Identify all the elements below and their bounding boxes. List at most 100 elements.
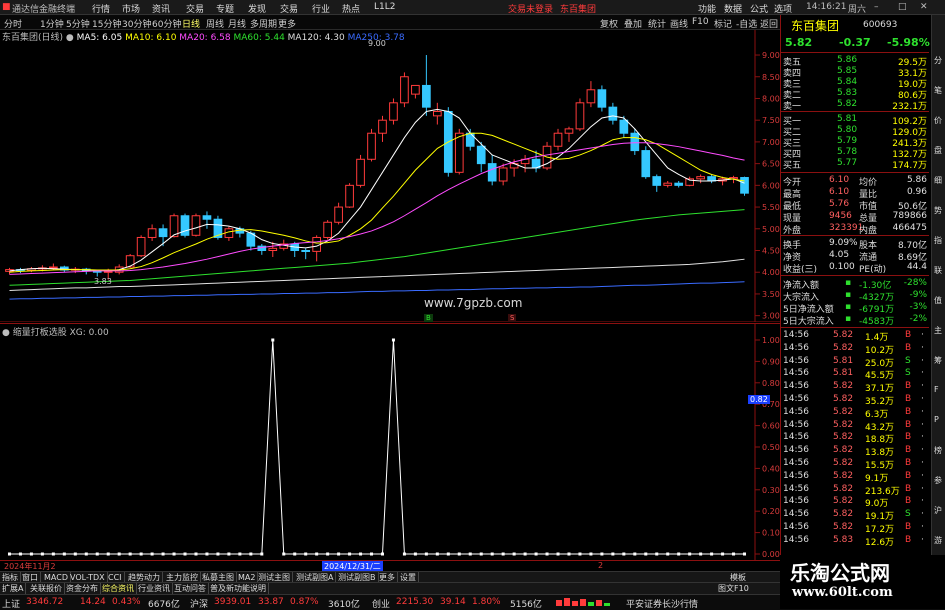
tab-expand-a[interactable]: 扩展A (0, 583, 27, 594)
menu-item-industry[interactable]: 行业 (312, 2, 330, 15)
indicator-plot[interactable]: 1.000.900.800.700.600.500.400.300.200.10… (0, 324, 780, 561)
restore-rights-button[interactable]: 复权 (600, 17, 618, 30)
ask-row[interactable]: 卖三 5.84 19.0万 (783, 77, 929, 90)
period-tab-1min[interactable]: 1分钟 (40, 17, 64, 30)
menu-item-hot[interactable]: 热点 (342, 2, 360, 15)
draw-line-button[interactable]: 画线 (670, 17, 688, 30)
kline-plot[interactable]: 9.00 8.50 8.00 7.50 7.00 6.50 6.00 5.50 5.00 4.50… (0, 30, 780, 322)
stats-button[interactable]: 统计 (648, 17, 666, 30)
menu-item-discover[interactable]: 发现 (248, 2, 266, 15)
price-tick-label: 8.00 (762, 94, 780, 103)
tick-dot: · (921, 381, 924, 392)
side-strip-item[interactable]: 筹 (934, 355, 942, 366)
graphic-f10-button[interactable]: 图文F10 (716, 583, 751, 594)
period-tab-intraday[interactable]: 分时 (4, 17, 22, 30)
period-tab-5min[interactable]: 5分钟 (66, 17, 90, 30)
side-strip-item[interactable]: 沪 (934, 505, 942, 516)
minimize-icon[interactable]: – (874, 2, 879, 12)
stat-row: 外盘 323391 内盘 466475 (783, 223, 929, 236)
side-strip-item[interactable]: 指 (934, 235, 942, 246)
menu-item-function[interactable]: 功能 (698, 2, 716, 15)
tick-price: 5.82 (833, 406, 854, 417)
menu-item-l1l2[interactable]: L1L2 (374, 2, 395, 12)
menu-item-trade2[interactable]: 交易 (280, 2, 298, 15)
tab-new-feature[interactable]: 普及新功能说明 (208, 583, 269, 594)
tick-direction: B (905, 394, 912, 404)
ask-row[interactable]: 卖一 5.82 232.1万 (783, 99, 929, 112)
side-strip-item[interactable]: 价 (934, 115, 942, 126)
bid-row[interactable]: 买一 5.81 109.2万 (783, 114, 929, 127)
price-tick-label: 9.00 (762, 51, 780, 60)
trade-login-status[interactable]: 交易未登录 (508, 2, 553, 15)
menu-item-data[interactable]: 数据 (724, 2, 742, 15)
close-icon[interactable]: ✕ (920, 2, 928, 12)
side-strip-item[interactable]: P (934, 415, 939, 424)
period-tab-30min[interactable]: 30分钟 (122, 17, 151, 30)
bid-row[interactable]: 买三 5.79 241.3万 (783, 136, 929, 149)
side-strip-item[interactable]: 势 (934, 205, 942, 216)
tick-dot: · (921, 355, 924, 366)
side-strip-item[interactable]: 参 (934, 475, 942, 486)
tick-volume: 10.2万 (865, 345, 895, 356)
ask-row[interactable]: 卖五 5.86 29.5万 (783, 55, 929, 68)
tick-volume: 9.1万 (865, 473, 889, 484)
side-strip-item[interactable]: 值 (934, 295, 942, 306)
menu-item-quotes[interactable]: 行情 (92, 2, 110, 15)
side-strip-item[interactable]: 榜 (934, 445, 942, 456)
maximize-icon[interactable]: □ (898, 2, 907, 12)
side-strip-item[interactable]: 分 (934, 55, 942, 66)
tab-related-quotes[interactable]: 关联报价 (28, 583, 65, 594)
xg-signal-point (117, 552, 121, 556)
menu-item-market[interactable]: 市场 (122, 2, 140, 15)
bid-row[interactable]: 买五 5.77 174.7万 (783, 158, 929, 171)
tick-price: 5.82 (833, 330, 854, 340)
menu-item-formula[interactable]: 公式 (750, 2, 768, 15)
menu-item-topics[interactable]: 专题 (216, 2, 234, 15)
mark-button[interactable]: 标记 (714, 17, 732, 30)
back-button[interactable]: 返回 (760, 17, 778, 30)
overlay-button[interactable]: 叠加 (624, 17, 642, 30)
period-tab-monthly[interactable]: 月线 (228, 17, 246, 30)
f10-button[interactable]: F10 (692, 17, 709, 27)
ask-row[interactable]: 卖二 5.83 80.6万 (783, 88, 929, 101)
period-tab-15min[interactable]: 15分钟 (92, 17, 121, 30)
tab-qa[interactable]: 互动问答 (172, 583, 209, 594)
buy-signal-marker: B (424, 314, 433, 322)
tab-industry-news[interactable]: 行业资讯 (136, 583, 173, 594)
period-tab-weekly[interactable]: 周线 (206, 17, 224, 30)
indicator-tick-label: 1.00 (762, 336, 780, 345)
ask-row[interactable]: 卖四 5.85 33.1万 (783, 66, 929, 79)
menu-item-options[interactable]: 选项 (774, 2, 792, 15)
xg-signal-point (348, 552, 352, 556)
side-strip-item[interactable]: 游 (934, 535, 942, 546)
candle-body (619, 119, 629, 134)
indicator-chart[interactable]: ● 缩量打板选股 XG: 0.00 1.00 0.90 0.80 0.70 0.60 0.… (0, 323, 780, 561)
period-tab-more[interactable]: 更多 (278, 17, 296, 30)
tick-volume: 213.6万 (865, 486, 900, 497)
bid-row[interactable]: 买二 5.80 129.0万 (783, 125, 929, 138)
period-tab-multi[interactable]: 多周期 (250, 17, 277, 30)
tick-time: 14:56 (783, 445, 809, 456)
menu-item-news[interactable]: 资讯 (152, 2, 170, 15)
tab-fund-distribution[interactable]: 资金分布 (64, 583, 101, 594)
bid-price: 5.80 (837, 125, 858, 135)
xg-signal-point (523, 552, 527, 556)
period-tab-daily[interactable]: 日线 (182, 17, 200, 30)
flow-row: 5日净流入额 ▪ -6791万 -3% (783, 302, 929, 315)
side-strip-item[interactable]: 细 (934, 175, 942, 186)
menu-item-trade[interactable]: 交易 (186, 2, 204, 15)
period-tab-60min[interactable]: 60分钟 (152, 17, 181, 30)
side-strip-item[interactable]: 笔 (934, 85, 942, 96)
self-select-button[interactable]: -自选 (736, 17, 757, 30)
tick-row: 14:56 5.83 12.6万 B · (783, 535, 929, 548)
side-strip-item[interactable]: 主 (934, 325, 942, 336)
side-strip-item[interactable]: F (934, 385, 939, 394)
tab-general-news[interactable]: 综合资讯 (100, 583, 137, 594)
tick-row: 14:56 5.82 9.1万 B · (783, 470, 929, 484)
bid-row[interactable]: 买四 5.78 132.7万 (783, 147, 929, 160)
tick-direction: B (905, 470, 912, 481)
side-strip-item[interactable]: 联 (934, 265, 942, 276)
flow-bar-icon: ▪ (845, 314, 852, 324)
kline-chart[interactable]: 东百集团(日线) ● MA5: 6.05 MA10: 6.10 MA20: 6.… (0, 30, 780, 322)
side-strip-item[interactable]: 盘 (934, 145, 942, 156)
